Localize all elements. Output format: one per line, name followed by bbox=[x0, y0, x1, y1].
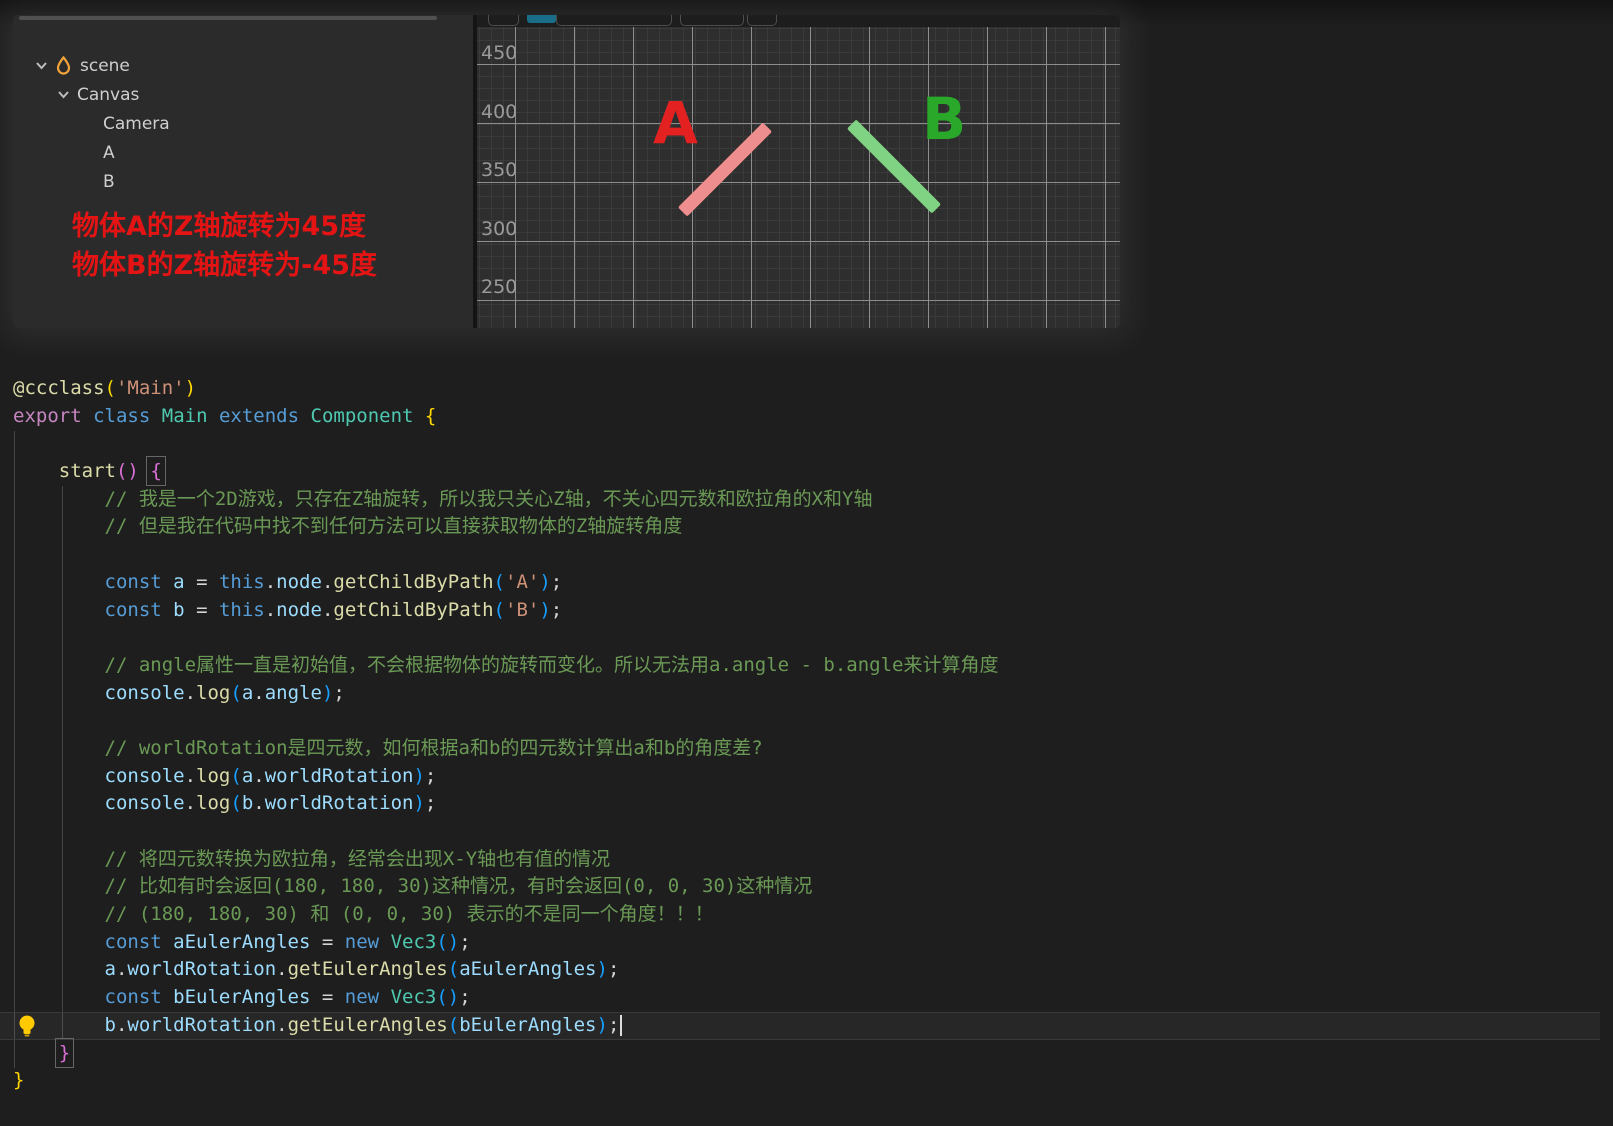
code-line[interactable]: const bEulerAngles = new Vec3(); bbox=[0, 984, 1600, 1012]
scene-view[interactable]: 450 400 350 300 250 A B bbox=[477, 15, 1120, 328]
hierarchy-item-label: scene bbox=[80, 55, 130, 76]
hierarchy-item-b[interactable]: B bbox=[13, 167, 473, 196]
hierarchy-panel: scene Canvas Camera A B 物体A的Z轴旋转为45度 物体B… bbox=[13, 15, 473, 328]
toolbar-button[interactable] bbox=[747, 15, 777, 26]
ruler-label: 400 bbox=[481, 101, 518, 123]
hierarchy-item-camera[interactable]: Camera bbox=[13, 109, 473, 138]
editor-screenshot: scene Canvas Camera A B 物体A的Z轴旋转为45度 物体B… bbox=[13, 15, 1120, 328]
code-line[interactable]: // 比如有时会返回(180, 180, 30)这种情况，有时会返回(0, 0,… bbox=[0, 873, 1600, 901]
ruler-label: 300 bbox=[481, 218, 518, 240]
code-line[interactable]: a.worldRotation.getEulerAngles(aEulerAng… bbox=[0, 956, 1600, 984]
hierarchy-item-label: B bbox=[103, 171, 115, 192]
code-line[interactable]: console.log(a.angle); bbox=[0, 680, 1600, 708]
code-line[interactable]: console.log(a.worldRotation); bbox=[0, 763, 1600, 791]
scene-object-b-label[interactable]: B bbox=[922, 90, 966, 148]
chevron-down-icon[interactable] bbox=[35, 59, 48, 72]
code-line[interactable]: const b = this.node.getChildByPath('B'); bbox=[0, 597, 1600, 625]
toolbar-button-active[interactable] bbox=[527, 15, 556, 23]
ruler-label: 250 bbox=[481, 276, 518, 298]
horizontal-scrollbar[interactable] bbox=[19, 16, 437, 20]
code-line[interactable]: export class Main extends Component { bbox=[0, 403, 1600, 431]
code-line[interactable] bbox=[0, 624, 1600, 652]
hierarchy-item-label: Camera bbox=[103, 113, 170, 134]
annotation-line-2: 物体B的Z轴旋转为-45度 bbox=[72, 250, 377, 281]
hierarchy-item-scene[interactable]: scene bbox=[13, 51, 473, 80]
code-line[interactable]: start() { bbox=[0, 456, 1600, 487]
hierarchy-item-canvas[interactable]: Canvas bbox=[13, 80, 473, 109]
code-line[interactable]: // worldRotation是四元数，如何根据a和b的四元数计算出a和b的角… bbox=[0, 735, 1600, 763]
toolbar-button[interactable] bbox=[680, 15, 744, 26]
hierarchy-item-label: Canvas bbox=[77, 84, 140, 105]
text-cursor bbox=[620, 1014, 623, 1036]
code-line[interactable]: const aEulerAngles = new Vec3(); bbox=[0, 929, 1600, 957]
hierarchy-tree: scene Canvas Camera A B bbox=[13, 51, 473, 196]
quick-fix-lightbulb-icon[interactable] bbox=[16, 1014, 38, 1038]
code-line[interactable]: // angle属性一直是初始值，不会根据物体的旋转而变化。所以无法用a.ang… bbox=[0, 652, 1600, 680]
hierarchy-item-label: A bbox=[103, 142, 115, 163]
code-line[interactable]: } bbox=[0, 1067, 1600, 1095]
code-line[interactable] bbox=[0, 430, 1600, 458]
code-line[interactable]: console.log(b.worldRotation); bbox=[0, 790, 1600, 818]
hierarchy-item-a[interactable]: A bbox=[13, 138, 473, 167]
code-line[interactable] bbox=[0, 818, 1600, 846]
scene-toolbar bbox=[477, 15, 1120, 27]
code-lines: @ccclass('Main') export class Main extend… bbox=[0, 375, 1600, 1095]
annotation-line-1: 物体A的Z轴旋转为45度 bbox=[72, 211, 367, 242]
code-line[interactable]: const a = this.node.getChildByPath('A'); bbox=[0, 569, 1600, 597]
code-line[interactable]: // 我是一个2D游戏，只存在Z轴旋转，所以我只关心Z轴，不关心四元数和欧拉角的… bbox=[0, 486, 1600, 514]
page: scene Canvas Camera A B 物体A的Z轴旋转为45度 物体B… bbox=[0, 0, 1613, 1126]
toolbar-button-group[interactable] bbox=[556, 15, 672, 26]
cocos-drop-icon bbox=[56, 56, 71, 75]
ruler-label: 350 bbox=[481, 159, 518, 181]
code-line[interactable]: b.worldRotation.getEulerAngles(bEulerAng… bbox=[0, 1011, 1600, 1040]
rotation-annotation: 物体A的Z轴旋转为45度 物体B的Z轴旋转为-45度 bbox=[72, 207, 377, 285]
scene-object-a-label[interactable]: A bbox=[653, 94, 698, 152]
code-line[interactable]: @ccclass('Main') bbox=[0, 375, 1600, 403]
code-line[interactable]: // (180, 180, 30) 和 (0, 0, 30) 表示的不是同一个角… bbox=[0, 901, 1600, 929]
code-line[interactable]: // 将四元数转换为欧拉角，经常会出现X-Y轴也有值的情况 bbox=[0, 846, 1600, 874]
code-line[interactable] bbox=[0, 541, 1600, 569]
code-line[interactable]: } bbox=[0, 1037, 1600, 1068]
chevron-down-icon[interactable] bbox=[57, 88, 70, 101]
code-line[interactable] bbox=[0, 707, 1600, 735]
ruler-label: 450 bbox=[481, 42, 518, 64]
toolbar-button[interactable] bbox=[488, 15, 519, 26]
code-line[interactable]: // 但是我在代码中找不到任何方法可以直接获取物体的Z轴旋转角度 bbox=[0, 513, 1600, 541]
code-editor[interactable]: @ccclass('Main') export class Main extend… bbox=[0, 375, 1600, 1095]
